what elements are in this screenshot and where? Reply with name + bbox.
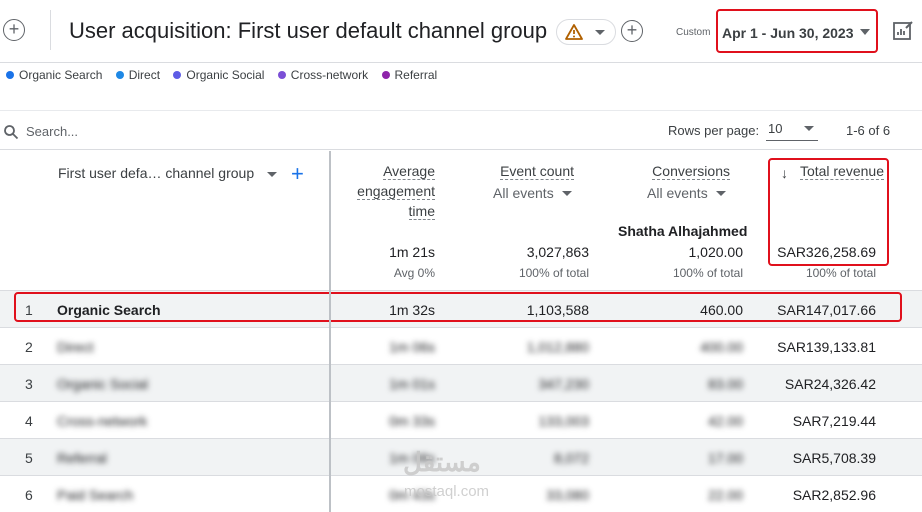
rows-per-page-value: 10: [768, 121, 783, 136]
row-conversions: 42.00: [707, 413, 743, 429]
data-quality-warning-button[interactable]: [556, 19, 616, 45]
row-engagement: 1m 01s: [389, 376, 435, 392]
legend-dot: [173, 71, 182, 79]
pct-conversions: 100% of total: [672, 266, 743, 280]
row-events: 347,230: [538, 376, 589, 392]
row-engagement: 1m 06s: [389, 339, 435, 355]
column-header-conversions[interactable]: Conversions: [620, 161, 730, 181]
row-conversions: 83.00: [707, 376, 743, 392]
annotation-name: Shatha Alhajahmed: [618, 223, 748, 239]
conversion-filter-label: All events: [647, 185, 708, 201]
header-line: Average: [383, 163, 435, 180]
row-revenue: SAR2,852.96: [792, 487, 876, 503]
column-header-event-count[interactable]: Event count: [470, 161, 574, 181]
chevron-down-icon: [561, 191, 572, 196]
date-preset-label: Custom: [676, 27, 711, 38]
legend-item: Organic Social: [173, 68, 264, 82]
total-engagement: 1m 21s: [389, 244, 435, 260]
row-conversions: 400.00: [700, 339, 743, 355]
row-revenue: SAR5,708.39: [792, 450, 876, 466]
page-title: User acquisition: First user default cha…: [69, 18, 548, 43]
rows-per-page-select[interactable]: 10: [766, 119, 818, 141]
chevron-down-icon: [715, 191, 726, 196]
row-index: 4: [25, 413, 33, 429]
pagination-range: 1-6 of 6: [846, 123, 891, 138]
report-header: + User acquisition: First user default c…: [0, 0, 922, 63]
row-engagement: 0m 33s: [389, 413, 435, 429]
legend-label: Organic Search: [19, 68, 103, 82]
legend-item: Direct: [115, 68, 161, 82]
header-line: Conversions: [652, 163, 730, 180]
total-conversions: 1,020.00: [688, 244, 744, 260]
customize-report-icon[interactable]: [892, 20, 914, 42]
row-events: 1,012,880: [526, 339, 589, 355]
legend-item: Referral: [381, 68, 438, 82]
chart-legend: Organic Search Direct Organic Social Cro…: [6, 68, 447, 82]
legend-item: Cross-network: [277, 68, 369, 82]
row-index: 2: [25, 339, 33, 355]
row-revenue: SAR7,219.44: [792, 413, 876, 429]
row-conversions: 17.00: [707, 450, 743, 466]
search-input[interactable]: Search...: [26, 124, 78, 139]
rows-per-page-label: Rows per page:: [668, 123, 760, 138]
chevron-down-icon: [804, 126, 814, 131]
divider: [50, 10, 51, 50]
column-divider[interactable]: [329, 151, 331, 512]
header-line: time: [408, 203, 435, 220]
header-line: Event count: [500, 163, 574, 180]
search-icon[interactable]: [3, 124, 19, 140]
chevron-down-icon: [595, 30, 605, 35]
table-row[interactable]: 3 Organic Social 1m 01s 347,230 83.00 SA…: [0, 364, 922, 401]
pct-engagement: Avg 0%: [393, 266, 435, 280]
pct-event-count: 100% of total: [518, 266, 589, 280]
event-filter-select[interactable]: All events: [493, 185, 572, 201]
event-filter-label: All events: [493, 185, 554, 201]
conversion-filter-select[interactable]: All events: [647, 185, 726, 201]
row-events: 8,072: [553, 450, 589, 466]
pct-revenue: 100% of total: [805, 266, 876, 280]
highlight-box: [14, 292, 902, 322]
legend-label: Referral: [394, 68, 438, 82]
legend-label: Direct: [128, 68, 161, 82]
warning-icon: [565, 24, 583, 40]
legend-dot: [277, 71, 286, 79]
column-header-engagement[interactable]: Average engagement time: [340, 161, 435, 221]
dimension-header[interactable]: First user defa… channel group: [58, 165, 254, 181]
legend-label: Cross-network: [290, 68, 369, 82]
add-card-icon[interactable]: +: [621, 20, 643, 42]
row-channel[interactable]: Referral: [57, 450, 107, 466]
mostaql-watermark: مستقل: [403, 447, 481, 477]
row-revenue: SAR139,133.81: [777, 339, 876, 355]
highlight-box: [768, 158, 889, 266]
add-dimension-icon[interactable]: +: [291, 161, 304, 187]
legend-label: Organic Social: [186, 68, 265, 82]
row-index: 5: [25, 450, 33, 466]
legend-dot: [381, 71, 390, 79]
legend-dot: [6, 71, 14, 79]
row-conversions: 22.00: [707, 487, 743, 503]
table-row[interactable]: 4 Cross-network 0m 33s 133,003 42.00 SAR…: [0, 401, 922, 438]
row-index: 6: [25, 487, 33, 503]
row-channel[interactable]: Organic Social: [57, 376, 148, 392]
row-channel[interactable]: Direct: [57, 339, 94, 355]
row-events: 133,003: [538, 413, 589, 429]
row-index: 3: [25, 376, 33, 392]
legend-item: Organic Search: [6, 68, 102, 82]
table-toolbar: Search... Rows per page: 10 1-6 of 6: [0, 110, 922, 150]
table-row[interactable]: 2 Direct 1m 06s 1,012,880 400.00 SAR139,…: [0, 327, 922, 364]
add-comparison-icon[interactable]: +: [3, 19, 25, 41]
highlight-box: [716, 9, 878, 53]
row-channel[interactable]: Paid Search: [57, 487, 133, 503]
row-revenue: SAR24,326.42: [784, 376, 876, 392]
row-channel[interactable]: Cross-network: [57, 413, 147, 429]
legend-dot: [115, 71, 124, 79]
header-line: engagement: [357, 183, 435, 200]
mostaql-watermark-url: mostaql.com: [404, 483, 490, 500]
chevron-down-icon[interactable]: [267, 172, 277, 177]
total-event-count: 3,027,863: [526, 244, 589, 260]
